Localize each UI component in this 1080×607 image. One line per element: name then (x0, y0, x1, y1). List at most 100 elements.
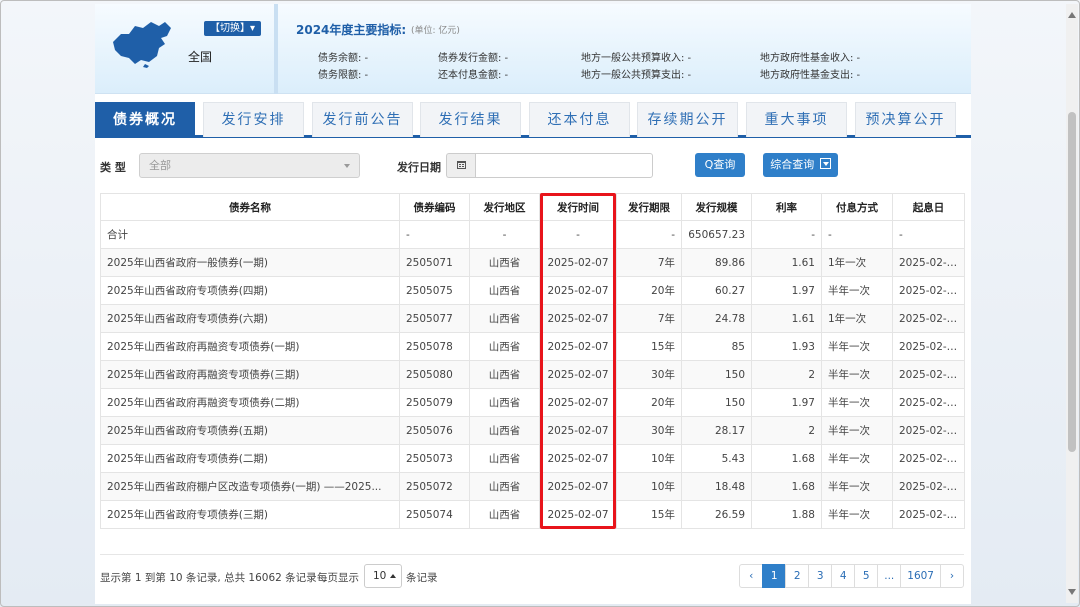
cell-bond-name[interactable]: 2025年山西省政府一般债券(一期) (100, 248, 400, 277)
cell-bond-code: 2505079 (399, 388, 470, 417)
type-label: 类 型 (100, 161, 126, 174)
switch-region-button[interactable]: 【切换】▾ (204, 21, 262, 36)
page-button-2[interactable]: 2 (785, 564, 810, 588)
cell-bond-name[interactable]: 2025年山西省政府再融资专项债券(一期) (100, 332, 400, 361)
tab-issuance-schedule[interactable]: 发行安排 (203, 102, 304, 137)
cell-bond-name[interactable]: 2025年山西省政府专项债券(五期) (100, 416, 400, 445)
cell-payment-method: 半年一次 (821, 500, 893, 529)
cell-issue-term: 7年 (616, 248, 682, 277)
col-bond-code[interactable]: 债券编码 (399, 193, 470, 221)
tab-major-events[interactable]: 重大事项 (746, 102, 847, 137)
footer-divider (100, 554, 964, 555)
table-total-row: 合计 - - - -650657.23- - - (100, 220, 965, 249)
cell-payment-method: 半年一次 (821, 472, 893, 501)
cell-bond-code: 2505072 (399, 472, 470, 501)
type-select-value: 全部 (149, 159, 171, 172)
cell-interest-rate: 2 (751, 416, 822, 445)
tab-pre-issuance-notice[interactable]: 发行前公告 (312, 102, 413, 137)
prev-page-button[interactable]: ‹ (739, 564, 764, 588)
tab-repayment[interactable]: 还本付息 (529, 102, 630, 137)
per-page-suffix: 条记录 (406, 572, 438, 584)
tab-duration-disclosure[interactable]: 存续期公开 (637, 102, 738, 137)
calendar-button[interactable] (446, 153, 475, 178)
cell-issue-time: 2025-02-07 (539, 248, 617, 277)
cell-issue-size: 28.17 (681, 416, 752, 445)
cell-issue-size: 5.43 (681, 444, 752, 473)
cell-bond-code: 2505080 (399, 360, 470, 389)
cell-issue-term: 15年 (616, 500, 682, 529)
cell-bond-name[interactable]: 2025年山西省政府专项债券(六期) (100, 304, 400, 333)
tab-issuance-results[interactable]: 发行结果 (420, 102, 521, 137)
cell-issue-size: 60.27 (681, 276, 752, 305)
cell-value-date: 2025-02-08 (892, 248, 965, 277)
indicator-bond-issuance: 债券发行金额: - (438, 53, 509, 64)
table-row: 2025年山西省政府专项债券(五期) 2505076 山西省 2025-02-07 30… (100, 416, 965, 445)
page-button-1[interactable]: 1 (762, 564, 787, 588)
issue-date-input[interactable] (475, 153, 653, 178)
scrollbar-thumb[interactable] (1068, 112, 1076, 452)
type-select[interactable]: 全部 (139, 153, 360, 178)
table-row: 2025年山西省政府专项债券(四期) 2505075 山西省 2025-02-07 20… (100, 276, 965, 305)
col-interest-rate[interactable]: 利率 (751, 193, 822, 221)
table-row: 2025年山西省政府专项债券(二期) 2505073 山西省 2025-02-07 10… (100, 444, 965, 473)
page-button-3[interactable]: 3 (808, 564, 833, 588)
cell-bond-name[interactable]: 2025年山西省政府专项债券(四期) (100, 276, 400, 305)
cell-issue-size: 26.59 (681, 500, 752, 529)
col-bond-name[interactable]: 债券名称 (100, 193, 400, 221)
region-panel: 【切换】▾ 全国 (95, 4, 275, 94)
cell-payment-method: 1年一次 (821, 304, 893, 333)
page-size-select[interactable]: 10 (364, 564, 402, 588)
combined-query-button[interactable]: 综合查询 (763, 153, 838, 177)
page-button-4[interactable]: 4 (831, 564, 856, 588)
cell-bond-name[interactable]: 2025年山西省政府专项债券(三期) (100, 500, 400, 529)
page-container: 【切换】▾ 全国 2024年度主要指标: (单位: 亿元) 债务余额: - 债券… (95, 4, 971, 604)
col-issue-size[interactable]: 发行规模 (681, 193, 752, 221)
col-issue-time[interactable]: 发行时间 (539, 193, 617, 221)
cell-issue-region: 山西省 (469, 276, 540, 305)
cell-bond-code: 2505074 (399, 500, 470, 529)
cell-interest-rate: 1.93 (751, 332, 822, 361)
cell-issue-time: 2025-02-07 (539, 332, 617, 361)
vertical-scrollbar[interactable] (1066, 4, 1078, 603)
scroll-down-arrow-icon[interactable] (1068, 589, 1076, 595)
cell-issue-term: 15年 (616, 332, 682, 361)
combined-query-label: 综合查询 (770, 158, 815, 171)
cell-issue-time: 2025-02-07 (539, 416, 617, 445)
tab-bond-overview[interactable]: 债券概况 (95, 102, 195, 137)
cell-issue-term: - (616, 220, 682, 249)
cell-issue-region: 山西省 (469, 472, 540, 501)
cell-bond-name[interactable]: 2025年山西省政府再融资专项债券(二期) (100, 388, 400, 417)
main-tabs: 债券概况 发行安排 发行前公告 发行结果 还本付息 存续期公开 重大事项 预决算… (95, 102, 971, 138)
cell-issue-region: 山西省 (469, 500, 540, 529)
cell-bond-name[interactable]: 2025年山西省政府棚户区改造专项债券(一期) ——2025... (100, 472, 400, 501)
cell-payment-method: 半年一次 (821, 416, 893, 445)
page-button-5[interactable]: 5 (854, 564, 879, 588)
cell-issue-term: 30年 (616, 416, 682, 445)
col-payment-method[interactable]: 付息方式 (821, 193, 893, 221)
tab-budget-disclosure[interactable]: 预决算公开 (855, 102, 956, 137)
cell-interest-rate: 1.68 (751, 444, 822, 473)
cell-issue-size: 89.86 (681, 248, 752, 277)
cell-bond-name: 合计 (100, 220, 400, 249)
table-row: 2025年山西省政府专项债券(三期) 2505074 山西省 2025-02-07 15… (100, 500, 965, 529)
cell-bond-name[interactable]: 2025年山西省政府再融资专项债券(三期) (100, 360, 400, 389)
per-page-prefix: 每页显示 (317, 572, 359, 584)
cell-interest-rate: 1.68 (751, 472, 822, 501)
cell-interest-rate: 2 (751, 360, 822, 389)
cell-issue-term: 30年 (616, 360, 682, 389)
cell-issue-region: 山西省 (469, 304, 540, 333)
indicator-debt-balance: 债务余额: - (318, 53, 369, 64)
cell-issue-size: 24.78 (681, 304, 752, 333)
col-issue-region[interactable]: 发行地区 (469, 193, 540, 221)
next-page-button[interactable]: › (940, 564, 964, 588)
scroll-up-arrow-icon[interactable] (1068, 12, 1076, 18)
query-button[interactable]: Q查询 (695, 153, 745, 177)
page-button-1607[interactable]: 1607 (900, 564, 941, 588)
cell-bond-name[interactable]: 2025年山西省政府专项债券(二期) (100, 444, 400, 473)
cell-payment-method: 半年一次 (821, 388, 893, 417)
cell-issue-time: 2025-02-07 (539, 388, 617, 417)
col-value-date[interactable]: 起息日 (892, 193, 965, 221)
cell-issue-region: 山西省 (469, 248, 540, 277)
page-size-value: 10 (373, 570, 387, 582)
col-issue-term[interactable]: 发行期限 (616, 193, 682, 221)
